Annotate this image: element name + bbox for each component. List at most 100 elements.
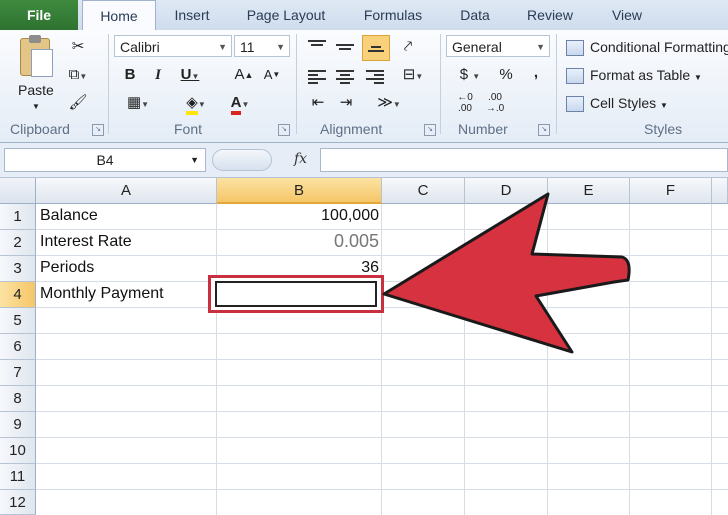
format-as-table-button[interactable]: Format as Table ▼ <box>566 64 702 86</box>
tab-data[interactable]: Data <box>448 0 502 30</box>
row-header-6[interactable]: 6 <box>0 334 36 360</box>
shrink-font-button[interactable]: A▼ <box>260 64 284 86</box>
align-middle-icon[interactable] <box>336 42 354 52</box>
column-header-a[interactable]: A <box>36 178 217 204</box>
row-header-9[interactable]: 9 <box>0 412 36 438</box>
align-top-icon[interactable] <box>308 38 326 48</box>
align-center-icon[interactable] <box>336 68 354 86</box>
gridline <box>36 359 728 360</box>
copy-icon[interactable]: ⧉▼ <box>66 64 90 86</box>
row-header-3[interactable]: 3 <box>0 256 36 282</box>
tab-review[interactable]: Review <box>514 0 586 30</box>
cell-a1[interactable]: Balance <box>40 207 98 225</box>
column-header-c[interactable]: C <box>382 178 465 204</box>
row-header-4[interactable]: 4 <box>0 282 36 308</box>
currency-button[interactable]: $ ▼ <box>450 64 490 86</box>
conditional-formatting-button[interactable]: Conditional Formatting <box>566 36 728 58</box>
column-header-d[interactable]: D <box>465 178 548 204</box>
gridline <box>36 229 728 230</box>
grow-font-button[interactable]: A▲ <box>232 64 256 86</box>
italic-button[interactable]: I <box>146 64 170 86</box>
fill-color-icon[interactable]: ◈▼ <box>176 92 216 115</box>
comma-button[interactable]: , <box>524 62 548 84</box>
number-launcher-icon[interactable]: ↘ <box>538 124 550 136</box>
chevron-down-icon: ▼ <box>276 42 285 52</box>
font-name-select[interactable]: Calibri ▼ <box>114 35 232 57</box>
cell-a2[interactable]: Interest Rate <box>40 233 132 251</box>
font-launcher-icon[interactable]: ↘ <box>278 124 290 136</box>
font-color-icon[interactable]: A▼ <box>220 92 260 115</box>
ribbon-tab-bar: File Home Insert Page Layout Formulas Da… <box>0 0 728 32</box>
cell-a4[interactable]: Monthly Payment <box>40 285 164 303</box>
column-header-f[interactable]: F <box>630 178 712 204</box>
percent-button[interactable]: % <box>494 64 518 86</box>
row-header-2[interactable]: 2 <box>0 230 36 256</box>
clipboard-launcher-icon[interactable]: ↘ <box>92 124 104 136</box>
number-format-select[interactable]: General ▼ <box>446 35 550 57</box>
wrap-text-icon[interactable]: ≫▼ <box>370 92 408 114</box>
bold-button[interactable]: B <box>118 64 142 86</box>
tab-view[interactable]: View <box>598 0 656 30</box>
increase-decimal-icon[interactable]: ←0.00 <box>450 92 480 114</box>
column-header-g[interactable] <box>712 178 728 204</box>
row-header-8[interactable]: 8 <box>0 386 36 412</box>
format-table-icon <box>566 68 584 85</box>
cell-b4[interactable] <box>215 281 377 307</box>
group-divider <box>296 34 297 134</box>
orientation-icon[interactable]: ⤤ <box>396 36 420 58</box>
borders-icon[interactable]: ▦▼ <box>118 92 158 114</box>
underline-button[interactable]: U▼ <box>174 64 206 86</box>
decrease-decimal-icon[interactable]: .00 →.0 <box>480 92 510 114</box>
column-header-b[interactable]: B <box>217 178 382 204</box>
alignment-group-label: Alignment <box>320 121 383 137</box>
font-size-select[interactable]: 11 ▼ <box>234 35 290 57</box>
cell-a3[interactable]: Periods <box>40 259 94 277</box>
decrease-indent-icon[interactable]: ⇤ <box>306 92 330 114</box>
paste-label: Paste <box>18 82 54 98</box>
number-group-label: Number <box>458 121 508 137</box>
currency-label: $ <box>459 66 469 83</box>
row-header-7[interactable]: 7 <box>0 360 36 386</box>
cut-icon[interactable]: ✂ <box>66 36 90 58</box>
format-table-label: Format as Table <box>590 67 691 83</box>
styles-group-label: Styles <box>644 121 683 137</box>
gridline <box>36 411 728 412</box>
increase-indent-icon[interactable]: ⇥ <box>334 92 358 114</box>
cell-b2[interactable]: 0.005 <box>217 231 379 252</box>
paste-icon <box>20 35 53 77</box>
group-divider <box>440 34 441 134</box>
row-header-11[interactable]: 11 <box>0 464 36 490</box>
tab-page-layout[interactable]: Page Layout <box>236 0 336 30</box>
alignment-launcher-icon[interactable]: ↘ <box>424 124 436 136</box>
tab-home[interactable]: Home <box>82 0 156 32</box>
cell-b4-highlight[interactable] <box>208 275 384 313</box>
column-header-e[interactable]: E <box>548 178 630 204</box>
select-all-button[interactable] <box>0 178 36 204</box>
cell-styles-button[interactable]: Cell Styles ▼ <box>566 92 668 114</box>
tab-formulas[interactable]: Formulas <box>350 0 436 30</box>
align-right-icon[interactable] <box>366 68 384 86</box>
gridline <box>36 333 728 334</box>
cell-area[interactable]: Balance 100,000 Interest Rate 0.005 Peri… <box>36 204 728 515</box>
ribbon: Paste ▼ ✂ ⧉▼ 🖌 Clipboard ↘ Calibri ▼ 11 ▼ … <box>0 30 728 143</box>
format-painter-icon[interactable]: 🖌 <box>66 92 90 114</box>
row-header-5[interactable]: 5 <box>0 308 36 334</box>
row-header-12[interactable]: 12 <box>0 490 36 515</box>
formula-input[interactable] <box>320 148 728 172</box>
chevron-down-icon: ▼ <box>536 42 545 52</box>
name-box[interactable]: B4 ▼ <box>4 148 206 172</box>
formula-bar-grip[interactable] <box>212 149 272 171</box>
tab-file[interactable]: File <box>0 0 78 30</box>
cell-styles-label: Cell Styles <box>590 95 657 111</box>
align-bottom-icon <box>368 44 384 54</box>
align-left-icon[interactable] <box>308 68 326 86</box>
row-header-1[interactable]: 1 <box>0 204 36 230</box>
font-group-label: Font <box>174 121 203 137</box>
gridline <box>36 489 728 490</box>
insert-function-icon[interactable]: fx <box>294 151 307 167</box>
cell-b1[interactable]: 100,000 <box>217 207 379 225</box>
paste-button[interactable]: Paste ▼ <box>10 35 62 112</box>
merge-center-icon[interactable]: ⊟▼ <box>394 64 432 86</box>
row-header-10[interactable]: 10 <box>0 438 36 464</box>
tab-insert[interactable]: Insert <box>160 0 224 30</box>
